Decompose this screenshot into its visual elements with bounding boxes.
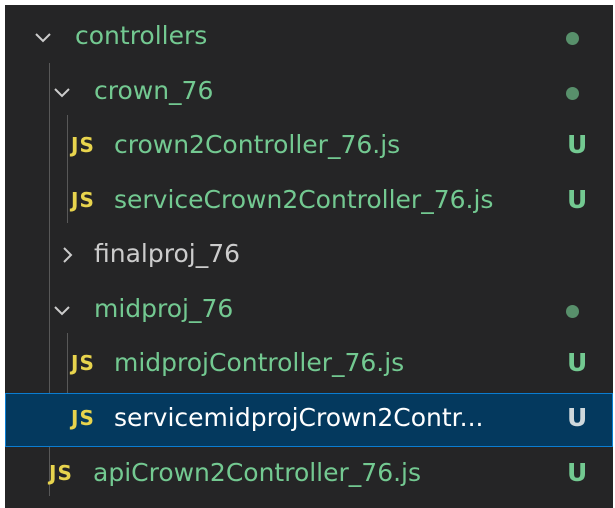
untracked-badge: U xyxy=(567,458,588,487)
javascript-file-icon: JS xyxy=(71,351,95,375)
tree-folder-midproj-76[interactable]: midproj_76 xyxy=(5,284,613,338)
javascript-file-icon: JS xyxy=(71,188,95,212)
tree-file-crown2controller[interactable]: JS crown2Controller_76.js U xyxy=(5,120,613,174)
javascript-file-icon: JS xyxy=(49,461,73,485)
file-label: apiCrown2Controller_76.js xyxy=(93,458,422,487)
untracked-badge: U xyxy=(567,348,588,377)
tree-folder-controllers[interactable]: controllers xyxy=(5,11,613,65)
untracked-badge: U xyxy=(567,185,588,214)
folder-label: crown_76 xyxy=(94,76,214,105)
chevron-down-icon xyxy=(31,25,55,49)
file-explorer-tree: controllers crown_76 JS crown2Controller… xyxy=(5,5,613,508)
tree-folder-crown-76[interactable]: crown_76 xyxy=(5,66,613,120)
file-label: servicemidprojCrown2Contr... xyxy=(114,403,484,432)
chevron-down-icon xyxy=(50,298,74,322)
folder-label: finalproj_76 xyxy=(94,239,241,268)
folder-label: controllers xyxy=(75,21,208,50)
tree-file-midprojcontroller[interactable]: JS midprojController_76.js U xyxy=(5,338,613,392)
file-label: crown2Controller_76.js xyxy=(114,130,401,159)
file-label: midprojController_76.js xyxy=(114,348,405,377)
tree-file-apicrown2controller[interactable]: JS apiCrown2Controller_76.js U xyxy=(5,448,613,502)
folder-label: midproj_76 xyxy=(94,294,234,323)
tree-file-servicecrown2controller[interactable]: JS serviceCrown2Controller_76.js U xyxy=(5,175,613,229)
chevron-down-icon xyxy=(50,80,74,104)
modified-dot-icon xyxy=(566,305,579,318)
chevron-right-icon xyxy=(55,243,79,267)
untracked-badge: U xyxy=(567,403,588,432)
javascript-file-icon: JS xyxy=(71,406,95,430)
tree-folder-finalproj-76[interactable]: finalproj_76 xyxy=(5,229,613,283)
modified-dot-icon xyxy=(566,32,579,45)
untracked-badge: U xyxy=(567,130,588,159)
tree-file-servicemidprojcrown2controller[interactable]: JS servicemidprojCrown2Contr... U xyxy=(5,393,613,447)
javascript-file-icon: JS xyxy=(71,133,95,157)
modified-dot-icon xyxy=(566,87,579,100)
file-label: serviceCrown2Controller_76.js xyxy=(114,185,494,214)
